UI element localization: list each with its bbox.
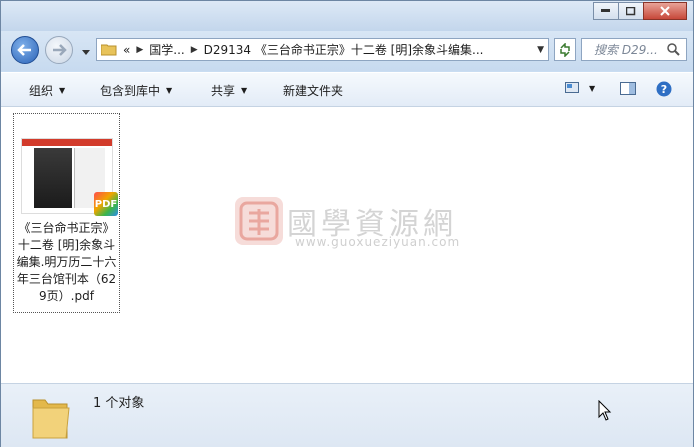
view-icon	[565, 82, 579, 93]
close-icon	[660, 6, 670, 16]
watermark-seal-icon	[235, 197, 283, 245]
share-label: 共享	[211, 84, 236, 98]
caption-buttons	[593, 2, 687, 20]
thumbnail-header-bar	[22, 139, 112, 146]
breadcrumb-overflow[interactable]: «	[123, 43, 130, 57]
explorer-window: « ▶ 国学... ▶ D29134 《三台命书正宗》十二卷 [明]余象斗编集.…	[0, 0, 694, 447]
thumbnail-scan-page	[34, 148, 72, 208]
forward-button[interactable]	[45, 36, 73, 64]
search-input[interactable]: 搜索 D29...	[594, 41, 658, 58]
mouse-cursor-icon	[598, 400, 612, 421]
recent-pages-dropdown-icon[interactable]	[81, 47, 91, 57]
help-icon: ?	[656, 81, 672, 97]
arrow-left-icon	[17, 44, 31, 56]
address-bar[interactable]: « ▶ 国学... ▶ D29134 《三台命书正宗》十二卷 [明]余象斗编集.…	[96, 38, 549, 61]
close-button[interactable]	[643, 2, 687, 20]
file-name[interactable]: 《三台命书正宗》十二卷 [明]余象斗编集.明万历二十六年三台馆刊本（629页）.…	[14, 220, 119, 305]
breadcrumb-separator-icon[interactable]: ▶	[136, 45, 143, 55]
watermark-url: www.guoxueziyuan.com	[295, 235, 461, 249]
file-list-area[interactable]: PDF 《三台命书正宗》十二卷 [明]余象斗编集.明万历二十六年三台馆刊本（62…	[1, 107, 693, 383]
breadcrumb-item[interactable]: D29134 《三台命书正宗》十二卷 [明]余象斗编集...	[204, 41, 484, 58]
include-in-library-menu[interactable]: 包含到库中 ▼	[100, 82, 172, 99]
new-folder-button[interactable]: 新建文件夹	[283, 82, 343, 99]
share-menu[interactable]: 共享 ▼	[211, 82, 247, 99]
help-button[interactable]: ?	[656, 81, 672, 97]
svg-text:?: ?	[661, 83, 667, 96]
folder-icon	[32, 399, 70, 439]
chevron-down-icon: ▼	[59, 86, 66, 95]
address-dropdown-icon[interactable]: ▼	[537, 45, 544, 55]
file-item[interactable]: PDF 《三台命书正宗》十二卷 [明]余象斗编集.明万历二十六年三台馆刊本（62…	[13, 113, 120, 313]
breadcrumb-separator-icon[interactable]: ▶	[191, 45, 198, 55]
arrow-right-icon	[53, 44, 67, 56]
new-folder-label: 新建文件夹	[283, 84, 344, 98]
command-bar: 组织 ▼ 包含到库中 ▼ 共享 ▼ 新建文件夹 ▼ ?	[1, 72, 693, 107]
search-icon	[667, 43, 680, 56]
maximize-button[interactable]	[618, 2, 644, 20]
include-in-library-label: 包含到库中	[100, 84, 161, 98]
organize-menu[interactable]: 组织 ▼	[29, 82, 65, 99]
breadcrumb: « ▶ 国学... ▶ D29134 《三台命书正宗》十二卷 [明]余象斗编集.…	[123, 41, 484, 58]
maximize-icon	[626, 6, 636, 15]
search-box[interactable]: 搜索 D29...	[581, 38, 687, 61]
preview-pane-button[interactable]	[620, 82, 636, 96]
refresh-button[interactable]	[554, 38, 576, 61]
item-count: 1 个对象	[93, 396, 145, 411]
breadcrumb-item[interactable]: 国学...	[149, 41, 184, 58]
organize-label: 组织	[29, 84, 54, 98]
chevron-down-icon: ▼	[589, 83, 596, 93]
chevron-down-icon: ▼	[241, 86, 248, 95]
chevron-down-icon: ▼	[166, 86, 173, 95]
preview-pane-icon	[620, 82, 636, 95]
refresh-icon	[560, 42, 570, 57]
folder-icon	[101, 44, 117, 56]
navigation-bar: « ▶ 国学... ▶ D29134 《三台命书正宗》十二卷 [明]余象斗编集.…	[1, 31, 693, 71]
title-bar	[1, 1, 693, 31]
details-pane: 1 个对象	[1, 383, 693, 447]
change-view-button[interactable]: ▼	[565, 82, 595, 94]
minimize-button[interactable]	[593, 2, 619, 20]
minimize-icon	[601, 9, 610, 12]
pdf-icon: PDF	[94, 192, 118, 216]
back-button[interactable]	[11, 36, 39, 64]
